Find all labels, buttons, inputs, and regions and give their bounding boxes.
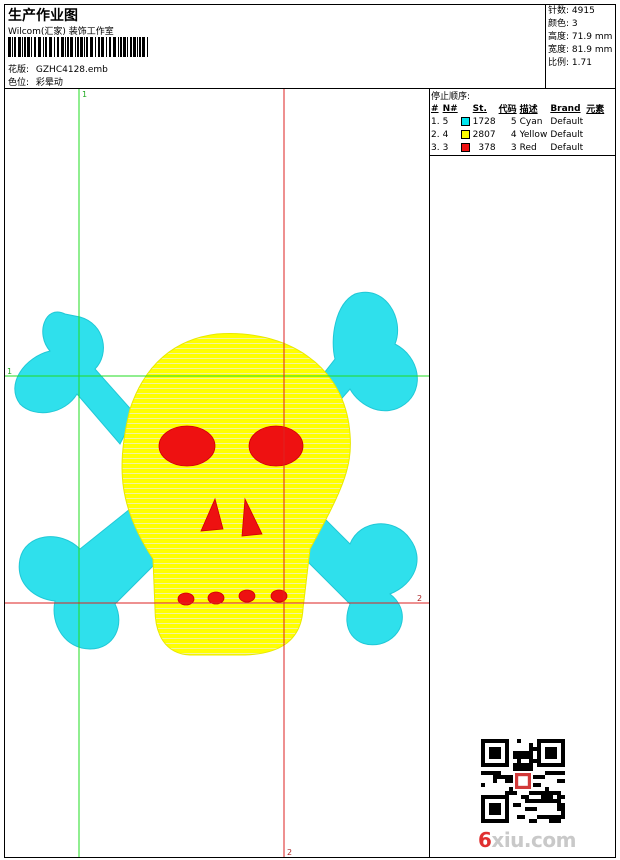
guide-label-green-v: 1 — [82, 90, 87, 99]
table-header-row: # N# St. 代码 描述 Brand 元素 — [431, 102, 607, 116]
colorway-label: 色位: — [8, 78, 30, 88]
bone-lower-left — [18, 508, 156, 650]
barcode — [8, 37, 148, 57]
design-row: 花版: GZHC4128.emb — [8, 62, 108, 75]
stat-colors: 颜色: 3 — [548, 19, 578, 29]
col-num: # — [431, 103, 439, 114]
col-code: 代码 — [498, 105, 517, 115]
guide-label-green-h: 1 — [7, 367, 12, 376]
guide-label-red-v: 2 — [287, 848, 292, 857]
stats-panel: 针数: 4915 颜色: 3 高度: 71.9 mm 宽度: 81.9 mm 比… — [548, 5, 612, 70]
page-title: 生产作业图 — [8, 8, 78, 24]
col-brand: Brand — [550, 103, 581, 114]
color-swatch — [460, 142, 470, 152]
watermark: 6xiu.com — [478, 828, 576, 852]
col-element: 元素 — [586, 105, 605, 115]
bone-lower-right — [304, 507, 418, 646]
design-label: 花版: — [8, 65, 30, 75]
col-needle: N# — [442, 103, 458, 114]
company-name: Wilcom(汇家) 装饰工作室 — [8, 27, 114, 37]
colorway-row: 色位: 彩晕动 — [8, 75, 63, 88]
stats-divider — [545, 4, 546, 88]
left-eye — [158, 425, 216, 467]
colorway-value: 彩晕动 — [35, 78, 63, 88]
design-value: GZHC4128.emb — [35, 65, 108, 75]
table-divider — [429, 155, 616, 156]
qr-code — [481, 739, 565, 823]
stat-scale: 比例: 1.71 — [548, 58, 592, 68]
color-swatch — [460, 129, 470, 139]
color-swatch — [460, 116, 470, 126]
bone-upper-left — [14, 311, 136, 445]
color-sequence-table: # N# St. 代码 描述 Brand 元素 1. 5 1728 5 Cyan… — [431, 102, 607, 154]
table-row: 2. 4 2807 4 Yellow Default — [431, 129, 584, 140]
stat-width: 宽度: 81.9 mm — [548, 45, 613, 55]
panel-divider — [429, 88, 430, 858]
stat-stitches: 针数: 4915 — [548, 6, 595, 16]
table-row: 3. 3 378 3 Red Default — [431, 142, 584, 153]
col-stitches: St. — [472, 103, 487, 114]
col-swatch — [461, 102, 473, 115]
design-canvas: 1 1 2 2 — [5, 89, 429, 857]
guide-label-red-h: 2 — [417, 594, 422, 603]
tooth-3 — [238, 589, 256, 603]
right-eye — [248, 425, 304, 467]
skull — [121, 333, 351, 656]
col-desc: 描述 — [519, 105, 538, 115]
stop-sequence-title: 停止顺序: — [431, 92, 471, 102]
table-row: 1. 5 1728 5 Cyan Default — [431, 116, 584, 127]
tooth-2 — [207, 591, 225, 605]
stat-height: 高度: 71.9 mm — [548, 32, 613, 42]
tooth-4 — [270, 589, 288, 603]
